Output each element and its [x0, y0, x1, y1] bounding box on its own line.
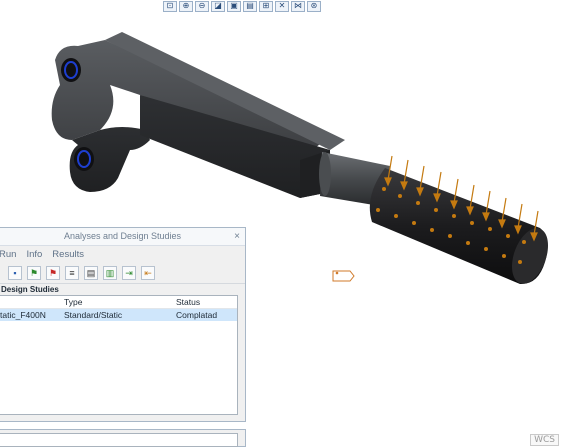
import-icon[interactable]: ⇤ [141, 266, 155, 280]
bottom-panel [0, 429, 246, 447]
new-analysis-icon[interactable]: ▪ [8, 266, 22, 280]
results-icon[interactable]: ▥ [103, 266, 117, 280]
close-icon[interactable]: × [234, 228, 240, 245]
dialog-title: Analyses and Design Studies [63, 231, 182, 241]
wcs-indicator: WCS [530, 434, 559, 446]
table-row[interactable]: tatic_F400N Standard/Static Complatad [0, 309, 237, 321]
list-header: Type Status [0, 296, 237, 309]
analyses-dialog: Analyses and Design Studies × Run Info R… [0, 227, 246, 422]
report-icon[interactable]: ▤ [84, 266, 98, 280]
dialog-icon-toolbar: ▪ ⚑ ⚑ ≡ ▤ ▥ ⇥ ⇤ [0, 263, 245, 284]
bottom-list[interactable] [0, 433, 238, 447]
studies-list[interactable]: Type Status tatic_F400N Standard/Static … [0, 295, 238, 415]
menu-info[interactable]: Info [26, 249, 42, 260]
export-icon[interactable]: ⇥ [122, 266, 136, 280]
study-type: Standard/Static [64, 310, 123, 320]
menu-run[interactable]: Run [0, 249, 16, 260]
menu-results[interactable]: Results [52, 249, 84, 260]
study-status: Complatad [176, 310, 218, 320]
load-tag-icon[interactable] [332, 270, 355, 282]
flag-green-icon[interactable]: ⚑ [27, 266, 41, 280]
col-type-header: Type [64, 297, 83, 307]
col-status-header: Status [176, 297, 201, 307]
dialog-title-bar[interactable]: Analyses and Design Studies × [0, 228, 245, 246]
shaft-collar [319, 152, 331, 196]
flag-red-icon[interactable]: ⚑ [46, 266, 60, 280]
info-icon[interactable]: ≡ [65, 266, 79, 280]
col-name-header [0, 296, 64, 308]
study-name: tatic_F400N [0, 310, 46, 320]
dialog-menubar: Run Info Results [0, 246, 245, 263]
